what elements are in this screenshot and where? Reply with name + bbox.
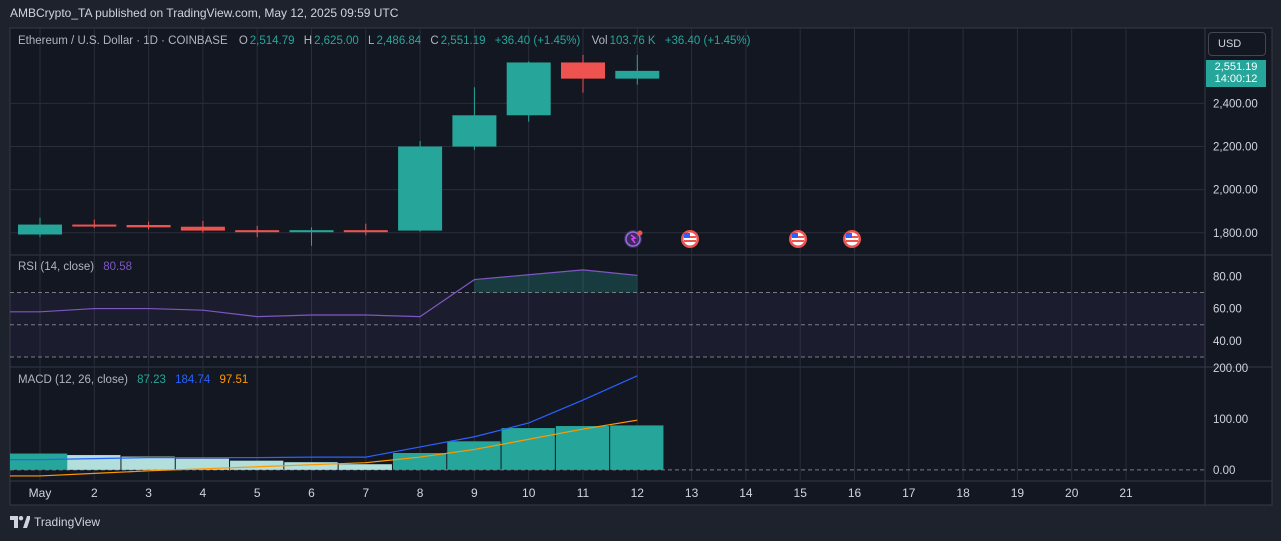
low-label: L	[368, 35, 375, 47]
candle-body	[561, 62, 605, 79]
footer-brand[interactable]: TradingView	[10, 515, 100, 529]
rsi-tick-label: 60.00	[1213, 304, 1242, 316]
x-tick-label: 9	[471, 486, 478, 500]
price-tick-label: 2,200.00	[1213, 142, 1258, 154]
candle-body	[180, 226, 225, 231]
candle-body	[72, 224, 117, 227]
open-label: O	[238, 35, 248, 47]
volume-label: Vol	[591, 35, 608, 47]
x-tick-label: 5	[254, 486, 261, 500]
publisher-line: AMBCrypto_TA published on TradingView.co…	[10, 6, 399, 20]
x-tick-label: 11	[577, 486, 590, 500]
footer-brand-label: TradingView	[34, 515, 101, 529]
macd-histogram-bar	[338, 464, 392, 470]
macd-hist-value: 87.23	[137, 374, 166, 386]
price-tick-label: 2,000.00	[1213, 185, 1258, 197]
macd-histogram-bar	[392, 453, 447, 470]
x-tick-label: 19	[1011, 486, 1025, 500]
high-label: H	[303, 35, 313, 47]
candle-body	[343, 230, 388, 233]
macd-histogram-bar	[121, 456, 175, 470]
candle-body	[289, 230, 334, 233]
x-tick-label: 21	[1119, 486, 1133, 500]
x-tick-label: May	[29, 486, 52, 500]
candle-body	[126, 224, 171, 228]
macd-legend: MACD (12, 26, close) 87.23 184.74 97.51	[18, 374, 250, 386]
macd-label[interactable]: MACD (12, 26, close)	[18, 374, 128, 386]
candle-body	[18, 224, 62, 235]
close-value: 2,551.19	[440, 35, 486, 47]
macd-histogram-bar	[230, 460, 284, 470]
volume-change: +36.40 (+1.45%)	[664, 35, 751, 47]
rsi-value: 80.58	[103, 261, 133, 273]
rsi-tick-label: 80.00	[1213, 271, 1242, 283]
change-value: +36.40 (+1.45%)	[494, 35, 581, 47]
candle-body	[235, 230, 280, 233]
price-tick-label: 1,800.00	[1213, 228, 1258, 240]
rsi-label[interactable]: RSI (14, close)	[18, 261, 94, 273]
us-flag-event-icon[interactable]	[789, 230, 807, 248]
x-tick-label: 18	[956, 486, 970, 500]
macd-tick-label: 100.00	[1213, 414, 1248, 426]
price-legend: Ethereum / U.S. Dollar · 1D · COINBASE O…	[18, 35, 752, 47]
signal-line-value: 97.51	[219, 374, 249, 386]
last-price-value: 2,551.19	[1214, 61, 1258, 73]
last-price-tag: 2,551.19 14:00:12	[1206, 60, 1266, 87]
volume-value: 103.76 K	[609, 35, 656, 47]
x-tick-label: 3	[145, 486, 152, 500]
x-tick-label: 4	[200, 486, 207, 500]
rsi-tick-label: 40.00	[1213, 336, 1242, 348]
close-label: C	[430, 35, 439, 47]
x-tick-label: 7	[362, 486, 369, 500]
x-tick-label: 8	[417, 486, 424, 500]
chart-canvas[interactable]: May 2 3 4 5 6 7 8 9 10 11 12 13 14 15 16 17 18 19 20 21 2,400…	[0, 0, 1281, 541]
macd-histogram-bar	[67, 455, 121, 470]
high-value: 2,625.00	[314, 35, 359, 47]
x-tick-label: 15	[794, 486, 808, 500]
x-tick-label: 2	[91, 486, 98, 500]
macd-tick-label: 200.00	[1213, 363, 1248, 375]
x-tick-label: 6	[308, 486, 315, 500]
macd-tick-label: 0.00	[1213, 465, 1235, 477]
us-flag-event-icon[interactable]	[681, 230, 699, 248]
us-flag-event-icon[interactable]	[843, 230, 861, 248]
price-tick-label: 2,400.00	[1213, 98, 1258, 110]
rsi-legend: RSI (14, close) 80.58	[18, 261, 134, 273]
macd-line-value: 184.74	[175, 374, 211, 386]
currency-button[interactable]: USD	[1208, 32, 1266, 56]
macd-histogram-bar	[501, 428, 555, 470]
x-tick-label: 20	[1065, 486, 1079, 500]
candle-body	[398, 146, 443, 231]
low-value: 2,486.84	[376, 35, 422, 47]
candle-body	[615, 70, 660, 79]
x-tick-label: 10	[522, 486, 536, 500]
x-tick-label: 16	[848, 486, 862, 500]
x-tick-label: 12	[631, 486, 645, 500]
macd-histogram-bar	[610, 425, 664, 470]
open-value: 2,514.79	[249, 35, 295, 47]
bar-countdown: 14:00:12	[1214, 73, 1258, 85]
candle-body	[452, 115, 497, 147]
x-tick-label: 14	[739, 486, 753, 500]
x-tick-label: 13	[685, 486, 699, 500]
chart-frame: May 2 3 4 5 6 7 8 9 10 11 12 13 14 15 16 17 18 19 20 21 2,400…	[0, 0, 1281, 541]
symbol-label[interactable]: Ethereum / U.S. Dollar · 1D · COINBASE	[18, 35, 228, 47]
x-tick-label: 17	[902, 486, 916, 500]
candle-body	[506, 62, 551, 116]
tradingview-logo-icon	[10, 516, 30, 528]
macd-histogram-bar	[10, 453, 68, 470]
